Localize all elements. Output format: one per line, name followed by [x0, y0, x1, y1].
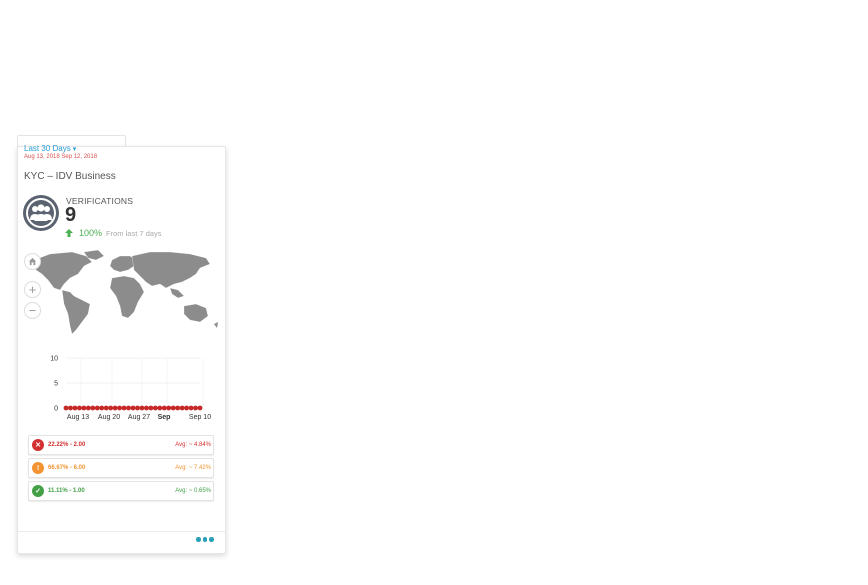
data-point[interactable] — [72, 405, 78, 411]
y-tick-label: 5 — [54, 381, 58, 388]
date-range-dropdown[interactable]: Last 30 Days ▾ — [24, 144, 76, 153]
footer-divider — [18, 531, 225, 532]
data-point[interactable] — [68, 405, 73, 411]
data-point[interactable] — [77, 405, 82, 411]
stat-average: Avg: ~ 7.42% — [175, 465, 211, 471]
data-point[interactable] — [170, 405, 176, 411]
stat-average: Avg: ~ 0.65% — [175, 488, 211, 494]
y-tick-label: 0 — [54, 406, 58, 413]
data-point[interactable] — [161, 405, 167, 411]
widget-title: KYC – IDV Business — [24, 171, 116, 182]
data-point[interactable] — [130, 405, 136, 411]
data-point[interactable] — [63, 405, 69, 411]
x-tick-label: Sep 10 — [189, 414, 211, 421]
data-point[interactable] — [184, 405, 190, 411]
data-point[interactable] — [193, 405, 198, 411]
data-point[interactable] — [135, 405, 140, 411]
data-point[interactable] — [94, 405, 100, 411]
map-home-button[interactable] — [24, 253, 41, 270]
stat-row[interactable]: ✕ 22.22% - 2.00 Avg: ~ 4.84% — [28, 435, 214, 455]
warning-triangle-icon: ! — [32, 462, 44, 474]
metric-value: 9 — [65, 204, 77, 226]
x-tick-label: Aug 13 — [67, 414, 89, 421]
trend-percent: 100% — [79, 228, 103, 238]
trend-text: From last 7 days — [106, 228, 162, 238]
data-point[interactable] — [121, 405, 127, 411]
more-dots-icon[interactable] — [196, 537, 214, 542]
check-circle-icon: ✓ — [32, 485, 44, 497]
data-point[interactable] — [144, 405, 149, 411]
stat-average: Avg: ~ 4.84% — [175, 442, 211, 448]
x-circle-icon: ✕ — [32, 439, 44, 451]
verifications-chart: 0 5 10 Aug 13 Aug 20 Aug 27 Sep Sep 10 — [50, 356, 211, 422]
data-point[interactable] — [139, 405, 145, 411]
stat-value: 11.11% - 1.00 — [48, 488, 85, 494]
data-point[interactable] — [81, 405, 87, 411]
date-range-text: Aug 13, 2018 Sep 12, 2018 — [24, 154, 98, 160]
zoom-out-icon: − — [28, 303, 37, 318]
data-point[interactable] — [188, 405, 194, 411]
data-point[interactable] — [175, 405, 181, 411]
data-point[interactable] — [126, 405, 131, 411]
stat-value: 22.22% - 2.00 — [48, 442, 86, 448]
data-point[interactable] — [108, 405, 114, 411]
data-point[interactable] — [197, 405, 203, 411]
stat-value: 66.67% - 6.00 — [48, 465, 86, 471]
data-point[interactable] — [99, 405, 105, 411]
map-zoom-in-button[interactable]: + — [24, 281, 41, 298]
x-tick-label: Aug 20 — [98, 414, 120, 421]
users-group-icon — [23, 195, 59, 231]
world-map[interactable] — [20, 248, 220, 338]
zoom-in-icon: + — [28, 282, 37, 297]
date-range-label: Last 30 Days — [24, 144, 71, 153]
x-tick-label: Sep — [158, 414, 171, 421]
trend-row: 100% From last 7 days — [64, 228, 161, 238]
data-point[interactable] — [117, 405, 122, 411]
data-point[interactable] — [179, 405, 185, 411]
stat-row[interactable]: ! 66.67% - 6.00 Avg: ~ 7.42% — [28, 458, 214, 478]
y-tick-label: 10 — [50, 356, 58, 363]
data-point[interactable] — [166, 405, 172, 411]
data-point[interactable] — [112, 405, 118, 411]
data-point[interactable] — [152, 405, 158, 411]
stat-row[interactable]: ✓ 11.11% - 1.00 Avg: ~ 0.65% — [28, 481, 214, 501]
map-zoom-out-button[interactable]: − — [24, 302, 41, 319]
data-point[interactable] — [85, 405, 91, 411]
caret-down-icon: ▾ — [72, 146, 77, 153]
arrow-up-icon — [65, 229, 73, 237]
x-tick-label: Aug 27 — [128, 414, 150, 421]
data-point[interactable] — [157, 405, 163, 411]
data-point[interactable] — [90, 405, 96, 411]
data-point[interactable] — [148, 405, 154, 411]
home-icon — [28, 257, 37, 266]
data-point[interactable] — [103, 405, 109, 411]
